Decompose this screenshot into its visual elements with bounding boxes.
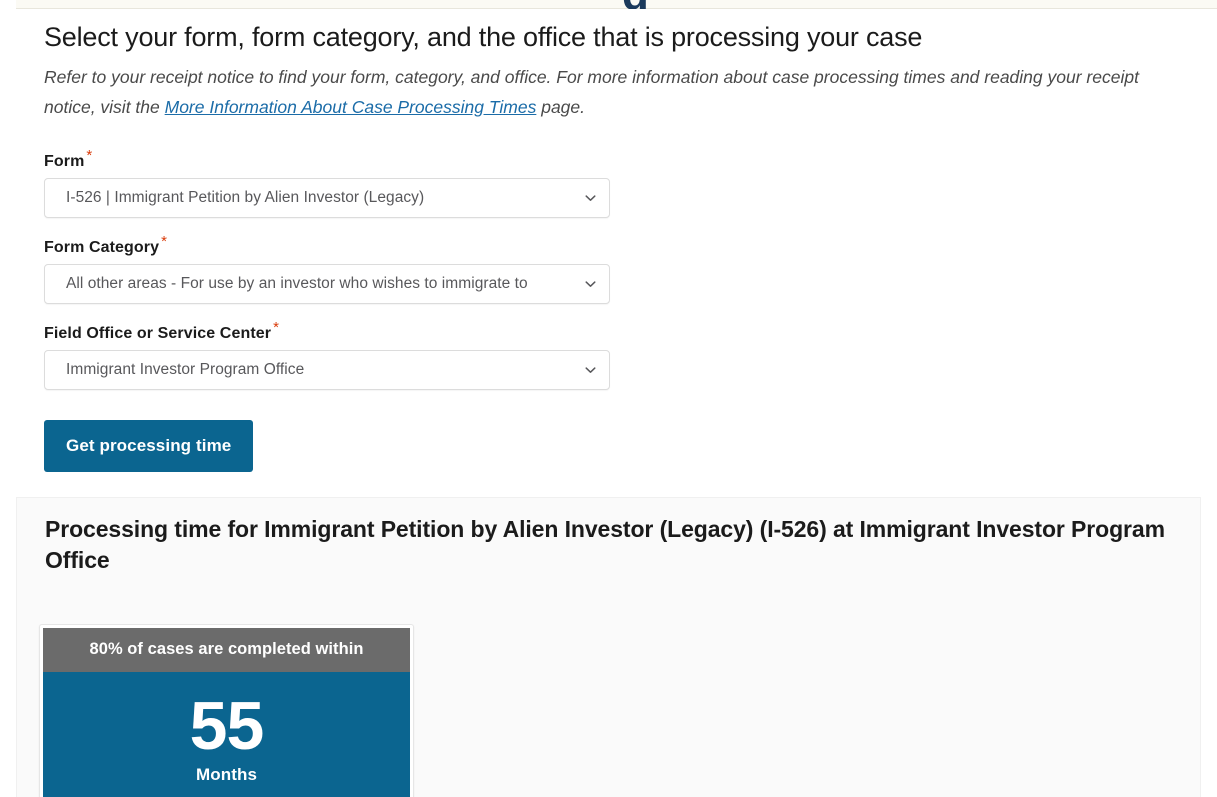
required-asterisk: *: [86, 146, 93, 164]
field-office-select-box[interactable]: Immigrant Investor Program Office: [44, 350, 610, 391]
form-label-text: Form: [44, 153, 85, 171]
required-asterisk: *: [273, 318, 280, 336]
form-category-select-box[interactable]: All other areas - For use by an investor…: [44, 264, 610, 305]
page-subtitle: Refer to your receipt notice to find you…: [16, 62, 1217, 122]
stat-value: 55: [189, 688, 265, 764]
left-gutter: [0, 0, 16, 797]
form-category-field-group: Form Category * All other areas - For use…: [44, 234, 1217, 305]
form-category-select-value: All other areas - For use by an investor…: [66, 275, 528, 293]
processing-time-results-panel: Processing time for Immigrant Petition b…: [16, 497, 1201, 797]
form-select[interactable]: I-526 | Immigrant Petition by Alien Inve…: [44, 178, 610, 219]
form-category-select[interactable]: All other areas - For use by an investor…: [44, 264, 610, 305]
form-category-label: Form Category *: [44, 234, 1217, 257]
subtitle-text-after-link: page.: [536, 97, 585, 118]
more-information-link[interactable]: More Information About Case Processing T…: [165, 97, 537, 117]
form-select-box[interactable]: I-526 | Immigrant Petition by Alien Inve…: [44, 178, 610, 219]
field-office-select[interactable]: Immigrant Investor Program Office: [44, 350, 610, 391]
results-heading: Processing time for Immigrant Petition b…: [45, 516, 1165, 573]
processing-time-form: Form * I-526 | Immigrant Petition by Alie…: [16, 148, 1217, 473]
stat-unit: Months: [195, 764, 258, 784]
processing-time-stat-card: 80% of cases are completed within 55 Mon…: [39, 624, 414, 797]
form-category-label-text: Form Category: [44, 239, 160, 257]
get-processing-time-button[interactable]: Get processing time: [44, 420, 254, 473]
field-office-label-text: Field Office or Service Center: [44, 325, 272, 343]
field-office-select-value: Immigrant Investor Program Office: [66, 361, 305, 379]
stat-card-body: 55 Months: [43, 672, 410, 797]
top-banner-strip: [16, 0, 1217, 9]
stat-card-banner: 80% of cases are completed within: [43, 628, 410, 672]
page-root: g Select your form, form category, and t…: [0, 0, 1217, 797]
form-field-group: Form * I-526 | Immigrant Petition by Alie…: [44, 148, 1217, 219]
form-label: Form *: [44, 148, 1217, 171]
required-asterisk: *: [161, 232, 168, 250]
page-title: Select your form, form category, and the…: [44, 22, 923, 52]
form-select-value: I-526 | Immigrant Petition by Alien Inve…: [66, 189, 425, 207]
field-office-label: Field Office or Service Center *: [44, 320, 1217, 343]
field-office-field-group: Field Office or Service Center * Immigran…: [44, 320, 1217, 391]
